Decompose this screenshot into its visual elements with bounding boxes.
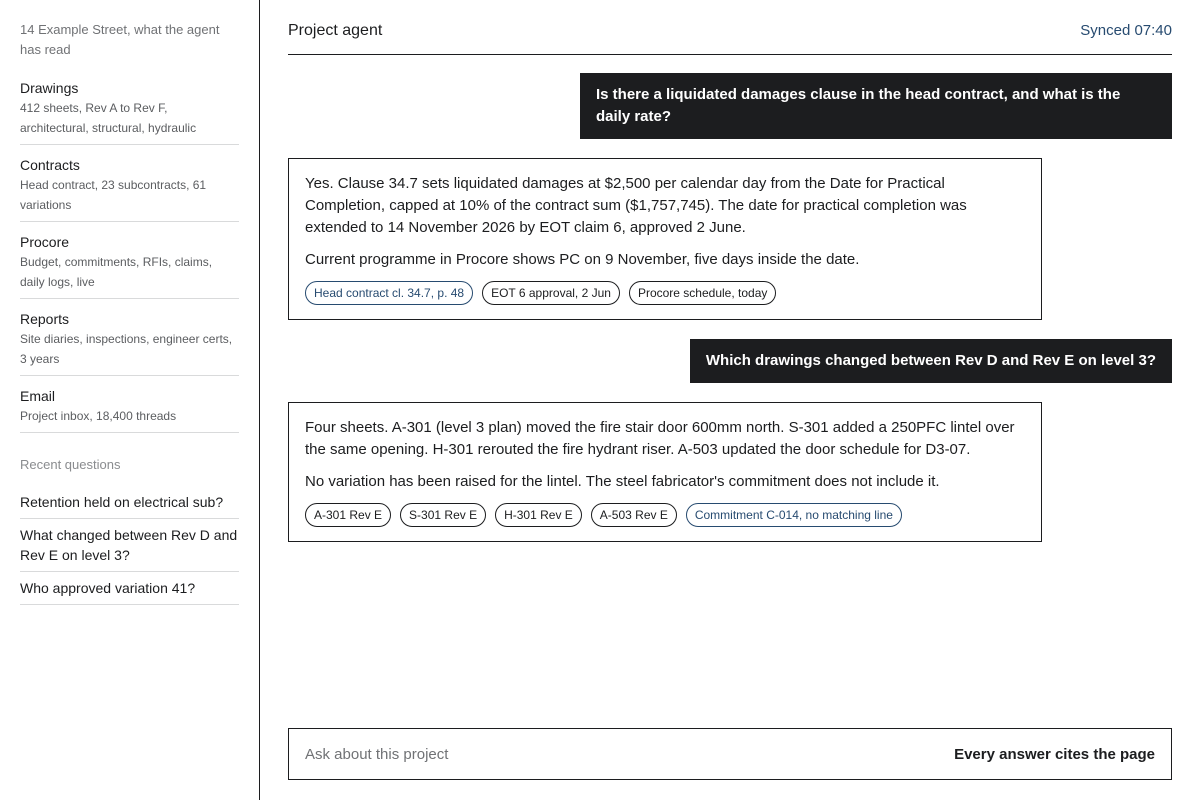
source-reports[interactable]: Reports Site diaries, inspections, engin… xyxy=(20,299,239,376)
composer-note: Every answer cites the page xyxy=(954,745,1155,763)
source-title: Drawings xyxy=(20,80,79,96)
recent-question-item[interactable]: What changed between Rev D and Rev E on … xyxy=(20,519,239,572)
composer: Every answer cites the page xyxy=(288,728,1172,780)
citation-list: A-301 Rev E S-301 Rev E H-301 Rev E A-50… xyxy=(305,503,1025,527)
agent-answer: Four sheets. A-301 (level 3 plan) moved … xyxy=(288,402,1042,542)
citation-chip[interactable]: S-301 Rev E xyxy=(400,503,487,527)
citation-chip[interactable]: H-301 Rev E xyxy=(495,503,582,527)
page-title: Project agent xyxy=(288,22,383,39)
source-description: 412 sheets, Rev A to Rev F, architectura… xyxy=(20,101,197,135)
citation-chip[interactable]: A-301 Rev E xyxy=(305,503,392,527)
chat-panel: Project agent Synced 07:40 Is there a li… xyxy=(288,0,1172,800)
question-input[interactable] xyxy=(305,745,865,763)
citation-chip[interactable]: Head contract cl. 34.7, p. 48 xyxy=(305,281,474,305)
sync-status: Synced 07:40 xyxy=(1080,22,1172,39)
chat-header: Project agent Synced 07:40 xyxy=(288,20,1172,55)
citation-list: Head contract cl. 34.7, p. 48 EOT 6 appr… xyxy=(305,281,1025,305)
sidebar: 14 Example Street, what the agent has re… xyxy=(0,0,260,800)
source-contracts[interactable]: Contracts Head contract, 23 subcontracts… xyxy=(20,145,239,222)
source-title: Contracts xyxy=(20,157,80,173)
source-title: Reports xyxy=(20,311,70,327)
recent-question-item[interactable]: Who approved variation 41? xyxy=(20,572,239,605)
citation-chip[interactable]: A-503 Rev E xyxy=(590,503,677,527)
source-email[interactable]: Email Project inbox, 18,400 threads xyxy=(20,376,239,433)
source-procore[interactable]: Procore Budget, commitments, RFIs, claim… xyxy=(20,222,239,299)
user-message: Which drawings changed between Rev D and… xyxy=(689,339,1172,383)
source-description: Head contract, 23 subcontracts, 61 varia… xyxy=(20,178,207,212)
sidebar-heading: 14 Example Street, what the agent has re… xyxy=(20,22,220,57)
source-description: Site diaries, inspections, engineer cert… xyxy=(20,332,233,366)
citation-chip[interactable]: EOT 6 approval, 2 Jun xyxy=(482,281,620,305)
citation-chip[interactable]: Procore schedule, today xyxy=(628,281,777,305)
user-message: Is there a liquidated damages clause in … xyxy=(580,73,1172,139)
source-title: Email xyxy=(20,388,56,404)
answer-paragraph: No variation has been raised for the lin… xyxy=(305,473,940,490)
answer-paragraph: Four sheets. A-301 (level 3 plan) moved … xyxy=(305,419,1015,458)
source-drawings[interactable]: Drawings 412 sheets, Rev A to Rev F, arc… xyxy=(20,68,239,145)
recent-question-item[interactable]: Retention held on electrical sub? xyxy=(20,486,239,519)
source-title: Procore xyxy=(20,234,70,250)
answer-paragraph: Yes. Clause 34.7 sets liquidated damages… xyxy=(305,175,967,236)
source-description: Project inbox, 18,400 threads xyxy=(20,409,177,423)
citation-chip[interactable]: Commitment C-014, no matching line xyxy=(685,503,902,527)
source-description: Budget, commitments, RFIs, claims, daily… xyxy=(20,255,213,289)
answer-paragraph: Current programme in Procore shows PC on… xyxy=(305,251,860,268)
agent-answer: Yes. Clause 34.7 sets liquidated damages… xyxy=(288,158,1042,320)
recent-questions-heading: Recent questions xyxy=(20,457,121,472)
